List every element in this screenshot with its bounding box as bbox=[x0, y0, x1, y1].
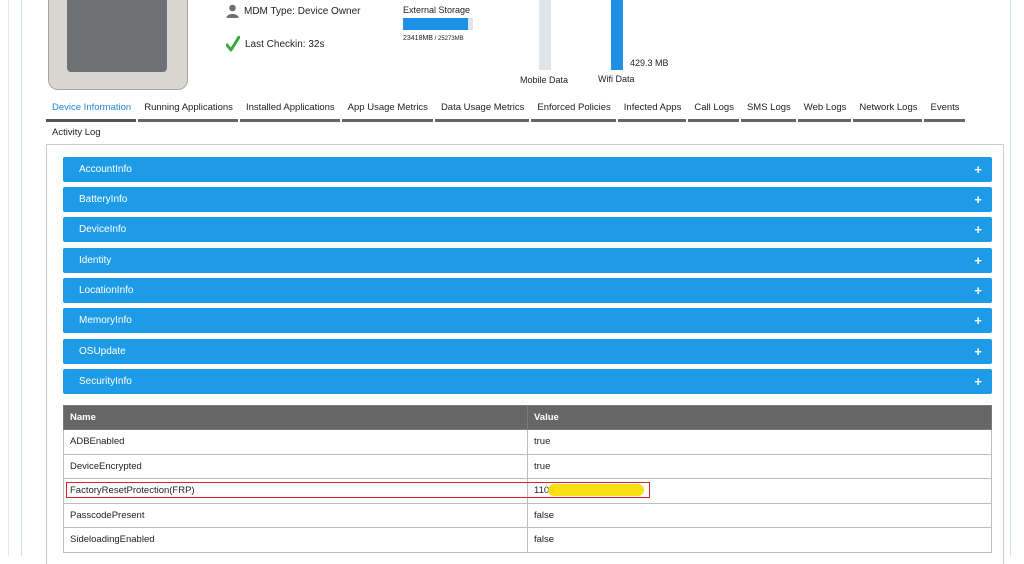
storage-used: 23418MB bbox=[403, 35, 433, 42]
plus-icon: + bbox=[974, 192, 982, 207]
tab-data-usage-metrics[interactable]: Data Usage Metrics bbox=[434, 98, 530, 122]
tab-row-1: Device Information Running Applications … bbox=[46, 98, 1002, 122]
last-checkin-text: Last Checkin: 32s bbox=[245, 38, 325, 50]
tab-device-information[interactable]: Device Information bbox=[46, 98, 137, 122]
plus-icon: + bbox=[974, 344, 982, 359]
wifi-data-bar bbox=[611, 0, 623, 70]
table-row: DeviceEncrypted true bbox=[63, 453, 992, 479]
accordion-identity[interactable]: Identity + bbox=[63, 248, 992, 273]
tab-enforced-policies[interactable]: Enforced Policies bbox=[531, 98, 616, 122]
cell-value: true bbox=[527, 429, 992, 455]
tab-app-usage-metrics[interactable]: App Usage Metrics bbox=[341, 98, 433, 122]
plus-icon: + bbox=[974, 162, 982, 177]
left-frame-line bbox=[8, 0, 9, 556]
wifi-data-bar-fill bbox=[611, 0, 623, 70]
tab-infected-apps[interactable]: Infected Apps bbox=[617, 98, 687, 122]
cell-name: ADBEnabled bbox=[63, 429, 528, 455]
storage-title: External Storage bbox=[403, 5, 471, 15]
accordion-label: DeviceInfo bbox=[79, 224, 127, 235]
column-header-name: Name bbox=[63, 405, 528, 430]
accordion-locationinfo[interactable]: LocationInfo + bbox=[63, 278, 992, 303]
cell-name: PasscodePresent bbox=[63, 502, 528, 528]
mdm-type-text: MDM Type: Device Owner bbox=[244, 5, 361, 17]
tab-web-logs[interactable]: Web Logs bbox=[797, 98, 852, 122]
table-row: SideloadingEnabled false bbox=[63, 527, 992, 553]
last-checkin-row: Last Checkin: 32s bbox=[226, 36, 325, 52]
tab-network-logs[interactable]: Network Logs bbox=[853, 98, 923, 122]
mobile-data-bar bbox=[539, 0, 551, 70]
column-header-value: Value bbox=[527, 405, 992, 430]
cell-value: true bbox=[527, 453, 992, 479]
left-frame bbox=[0, 0, 22, 556]
tab-running-applications[interactable]: Running Applications bbox=[138, 98, 238, 122]
cell-value: false bbox=[527, 527, 992, 553]
right-frame-line bbox=[1010, 0, 1011, 556]
frp-highlight-box bbox=[66, 482, 650, 498]
device-image bbox=[48, 0, 188, 90]
tab-call-logs[interactable]: Call Logs bbox=[688, 98, 739, 122]
device-tabs: Device Information Running Applications … bbox=[46, 98, 1002, 147]
external-storage: External Storage 23418MB / 25273MB bbox=[403, 5, 473, 42]
accordion-label: AccountInfo bbox=[79, 164, 132, 175]
table-row: PasscodePresent false bbox=[63, 502, 992, 528]
accordion-deviceinfo[interactable]: DeviceInfo + bbox=[63, 217, 992, 242]
plus-icon: + bbox=[974, 222, 982, 237]
user-icon bbox=[226, 4, 239, 18]
plus-icon: + bbox=[974, 283, 982, 298]
storage-total: 25273MB bbox=[437, 36, 464, 42]
security-info-table: Name Value ADBEnabled true DeviceEncrypt… bbox=[63, 405, 992, 553]
device-screen bbox=[67, 0, 167, 72]
plus-icon: + bbox=[974, 374, 982, 389]
accordion-accountinfo[interactable]: AccountInfo + bbox=[63, 157, 992, 182]
cell-name: DeviceEncrypted bbox=[63, 453, 528, 479]
check-icon bbox=[226, 36, 240, 52]
accordion-osupdate[interactable]: OSUpdate + bbox=[63, 339, 992, 364]
wifi-data-value: 429.3 MB bbox=[630, 58, 669, 68]
accordion-label: BatteryInfo bbox=[79, 194, 128, 205]
accordion-batteryinfo[interactable]: BatteryInfo + bbox=[63, 187, 992, 212]
storage-value: 23418MB / 25273MB bbox=[403, 35, 464, 42]
accordion-memoryinfo[interactable]: MemoryInfo + bbox=[63, 308, 992, 333]
device-information-panel: AccountInfo + BatteryInfo + DeviceInfo + Id… bbox=[46, 144, 1004, 564]
tab-installed-applications[interactable]: Installed Applications bbox=[239, 98, 340, 122]
cell-value: false bbox=[527, 502, 992, 528]
table-header-row: Name Value bbox=[63, 405, 992, 430]
accordion-label: MemoryInfo bbox=[79, 315, 132, 326]
tab-sms-logs[interactable]: SMS Logs bbox=[740, 98, 796, 122]
accordion-label: OSUpdate bbox=[79, 346, 126, 357]
mobile-data-label: Mobile Data bbox=[520, 75, 569, 85]
accordion-label: LocationInfo bbox=[79, 285, 134, 296]
accordion-label: SecurityInfo bbox=[79, 376, 132, 387]
plus-icon: + bbox=[974, 313, 982, 328]
plus-icon: + bbox=[974, 253, 982, 268]
table-row: ADBEnabled true bbox=[63, 429, 992, 455]
storage-bar-fill bbox=[403, 18, 468, 30]
mdm-type-row: MDM Type: Device Owner bbox=[226, 4, 361, 18]
accordion-label: Identity bbox=[79, 255, 112, 266]
cell-name: SideloadingEnabled bbox=[63, 527, 528, 553]
wifi-data-label: Wifi Data bbox=[598, 74, 635, 84]
storage-bar bbox=[403, 18, 473, 30]
accordion-securityinfo[interactable]: SecurityInfo + bbox=[63, 369, 992, 394]
tab-events[interactable]: Events bbox=[924, 98, 965, 122]
